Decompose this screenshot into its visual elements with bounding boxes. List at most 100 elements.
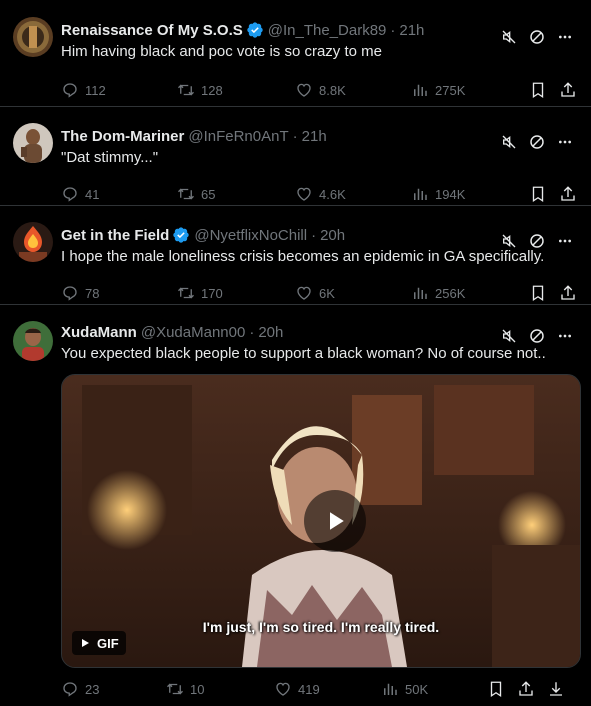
like-count: 8.8K — [319, 82, 346, 98]
bookmark-button[interactable] — [529, 185, 547, 203]
like-button[interactable]: 8.8K — [295, 81, 346, 99]
user-handle[interactable]: @NyetflixNoChill — [194, 227, 307, 244]
like-count: 6K — [319, 285, 335, 301]
bookmark-icon — [532, 82, 544, 99]
share-button[interactable] — [559, 185, 577, 203]
like-count: 419 — [298, 681, 320, 697]
reply-icon — [63, 682, 77, 697]
views-count: 256K — [435, 285, 466, 301]
views-icon — [414, 188, 427, 200]
verified-badge-icon — [246, 21, 264, 39]
retweet-count: 65 — [201, 186, 216, 202]
display-name[interactable]: Get in the Field — [61, 227, 169, 244]
retweet-icon — [178, 84, 194, 96]
mute-icon[interactable] — [501, 233, 517, 249]
retweet-icon — [178, 188, 194, 200]
views-count: 194K — [435, 186, 466, 202]
retweet-icon — [178, 287, 194, 299]
verified-badge-icon — [172, 226, 190, 244]
block-icon[interactable] — [529, 233, 545, 249]
like-button[interactable]: 419 — [274, 680, 320, 698]
views-icon — [384, 683, 397, 695]
share-button[interactable] — [517, 680, 535, 698]
display-name[interactable]: Renaissance Of My S.O.S — [61, 22, 243, 39]
like-button[interactable]: 6K — [295, 284, 335, 302]
retweet-count: 10 — [190, 681, 205, 697]
more-icon[interactable] — [557, 328, 573, 344]
timestamp[interactable]: 21h — [399, 22, 424, 39]
display-name[interactable]: The Dom-Mariner — [61, 128, 184, 145]
retweet-icon — [167, 683, 183, 695]
like-button[interactable]: 4.6K — [295, 185, 346, 203]
more-icon[interactable] — [557, 29, 573, 45]
gif-badge-label: GIF — [97, 635, 119, 651]
avatar[interactable] — [13, 17, 53, 57]
reply-icon — [63, 286, 77, 301]
timestamp[interactable]: 20h — [258, 324, 283, 341]
reply-button[interactable]: 41 — [61, 185, 99, 203]
tweet[interactable]: XudaMann @XudaMann00 · 20h You expected … — [0, 305, 591, 698]
more-icon[interactable] — [557, 233, 573, 249]
display-name[interactable]: XudaMann — [61, 324, 137, 341]
separator: · — [311, 226, 317, 244]
retweet-button[interactable]: 128 — [177, 81, 223, 99]
more-icon[interactable] — [557, 134, 573, 150]
reply-icon — [63, 187, 77, 202]
views-button[interactable]: 256K — [411, 284, 465, 302]
separator: · — [390, 21, 396, 39]
views-count: 275K — [435, 82, 466, 98]
reply-button[interactable]: 78 — [61, 284, 99, 302]
download-button[interactable] — [547, 680, 565, 698]
like-icon — [297, 286, 311, 300]
avatar[interactable] — [13, 222, 53, 262]
reply-count: 112 — [85, 82, 106, 98]
like-icon — [297, 83, 311, 97]
separator: · — [292, 127, 298, 145]
reply-count: 23 — [85, 681, 100, 697]
retweet-button[interactable]: 170 — [177, 284, 223, 302]
block-icon[interactable] — [529, 134, 545, 150]
retweet-count: 170 — [201, 285, 223, 301]
user-handle[interactable]: @In_The_Dark89 — [268, 22, 387, 39]
retweet-button[interactable]: 65 — [177, 185, 215, 203]
views-count: 50K — [405, 681, 429, 697]
block-icon[interactable] — [529, 29, 545, 45]
share-button[interactable] — [559, 81, 577, 99]
timestamp[interactable]: 20h — [320, 227, 345, 244]
tweet[interactable]: The Dom-Mariner @InFeRn0AnT · 21h "Dat s… — [0, 107, 591, 206]
reply-icon — [63, 83, 77, 98]
block-icon[interactable] — [529, 328, 545, 344]
reply-button[interactable]: 23 — [61, 680, 99, 698]
tweet[interactable]: Renaissance Of My S.O.S @In_The_Dark89 ·… — [0, 0, 591, 107]
share-button[interactable] — [559, 284, 577, 302]
play-icon — [330, 512, 344, 530]
bookmark-button[interactable] — [529, 81, 547, 99]
gif-badge[interactable]: GIF — [72, 631, 126, 655]
timestamp[interactable]: 21h — [302, 128, 327, 145]
views-button[interactable]: 50K — [381, 680, 428, 698]
bookmark-icon — [532, 285, 544, 302]
mute-icon[interactable] — [501, 134, 517, 150]
mute-icon[interactable] — [501, 328, 517, 344]
mute-icon[interactable] — [501, 29, 517, 45]
play-button[interactable] — [304, 490, 366, 552]
user-handle[interactable]: @InFeRn0AnT — [188, 128, 288, 145]
bookmark-button[interactable] — [487, 680, 505, 698]
like-icon — [297, 187, 311, 201]
play-small-icon — [82, 639, 89, 647]
retweet-button[interactable]: 10 — [166, 680, 204, 698]
bookmark-button[interactable] — [529, 284, 547, 302]
views-button[interactable]: 275K — [411, 81, 465, 99]
tweet-actions: 23 10 419 50K — [61, 672, 581, 706]
reply-button[interactable]: 112 — [61, 81, 106, 99]
like-count: 4.6K — [319, 186, 346, 202]
gif-caption: I'm just, I'm so tired. I'm really tired… — [202, 619, 440, 635]
views-button[interactable]: 194K — [411, 185, 465, 203]
tweet[interactable]: Get in the Field @NyetflixNoChill · 20h … — [0, 206, 591, 305]
retweet-count: 128 — [201, 82, 223, 98]
timeline-feed: Renaissance Of My S.O.S @In_The_Dark89 ·… — [0, 0, 591, 698]
avatar[interactable] — [13, 321, 53, 361]
user-handle[interactable]: @XudaMann00 — [141, 324, 245, 341]
avatar[interactable] — [13, 123, 53, 163]
gif-media[interactable]: I'm just, I'm so tired. I'm really tired… — [61, 374, 581, 668]
